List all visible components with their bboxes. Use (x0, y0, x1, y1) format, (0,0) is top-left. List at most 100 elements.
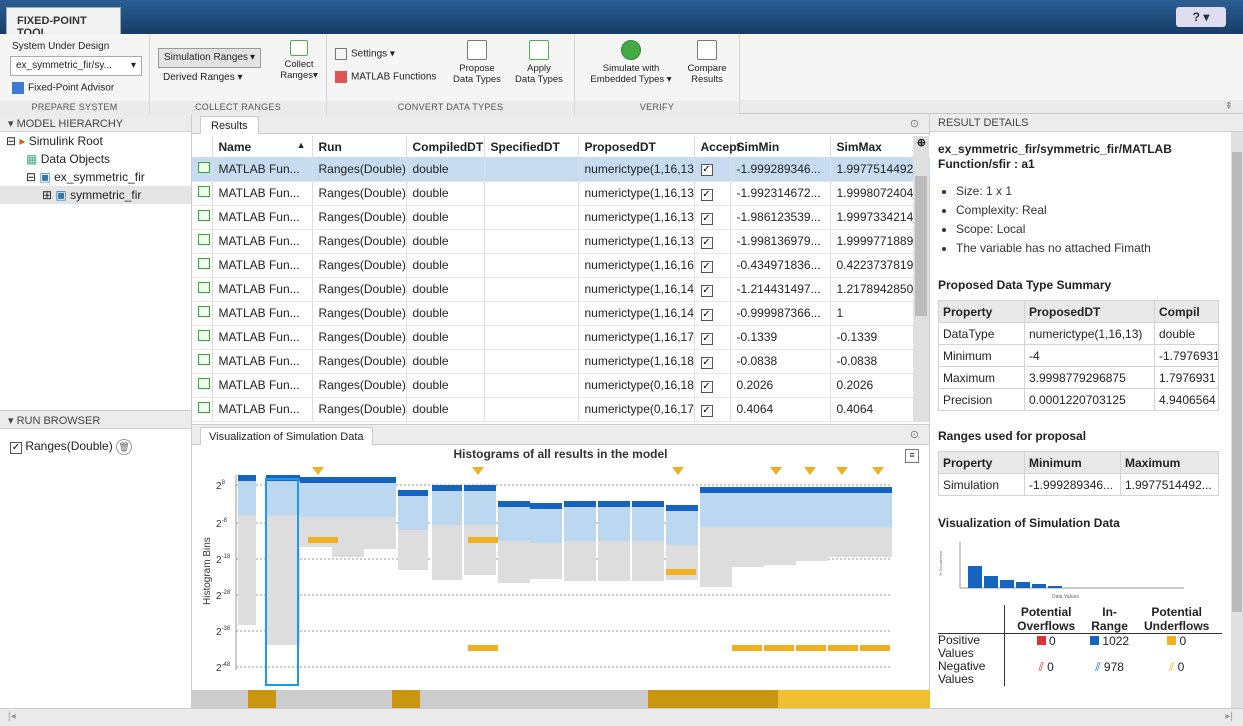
cell-accept[interactable]: ✓ (694, 229, 731, 254)
help-button[interactable]: ? ▾ (1176, 7, 1226, 27)
histogram-chart[interactable]: 28 2-8 2-18 2-28 2-38 2-48 Histogram Bins (192, 445, 930, 693)
cell-name: MATLAB Fun... (212, 157, 313, 182)
cell-name: MATLAB Fun... (212, 349, 313, 374)
collect-ranges-button[interactable]: Collect Ranges▾ (275, 40, 323, 81)
table-row[interactable]: MATLAB Fun... Ranges(Double) double numeric… (192, 325, 931, 350)
derived-ranges-button[interactable]: Derived Ranges ▾ (163, 72, 243, 83)
sim-ranges-button[interactable]: Simulation Ranges (158, 48, 261, 68)
propose-button[interactable]: Propose Data Types (449, 40, 505, 85)
results-scroll-thumb[interactable] (915, 176, 927, 316)
sim-ranges-arrow[interactable]: ▾ (250, 52, 255, 63)
accept-checkbox[interactable]: ✓ (700, 356, 713, 369)
accept-checkbox[interactable]: ✓ (700, 308, 713, 321)
summary-cell: DataType (938, 322, 1025, 345)
col-name-header[interactable]: Name ▲ (212, 136, 313, 157)
cell-accept[interactable]: ✓ (694, 325, 731, 350)
first-page-icon[interactable]: |◂ (8, 711, 16, 722)
cell-accept[interactable]: ✓ (694, 157, 731, 182)
run-item[interactable]: ✓ Ranges(Double) 🗑 (0, 429, 191, 455)
add-column-icon[interactable]: ⊕ (917, 136, 926, 149)
cell-accept[interactable]: ✓ (694, 277, 731, 302)
col-accept-header[interactable]: Accept (694, 136, 741, 157)
tree-item-simulink-root[interactable]: ⊟ ▸ Simulink Root (0, 132, 191, 150)
cell-simmin: -1.992314672... (730, 181, 831, 206)
table-row[interactable]: MATLAB Fun... Ranges(Double) double numeric… (192, 373, 931, 398)
collapse-ribbon-icon[interactable]: ⇞ (1225, 101, 1233, 112)
col-specifieddt-header[interactable]: SpecifiedDT (484, 136, 579, 157)
col-compileddt-header[interactable]: CompiledDT (406, 136, 485, 157)
cell-accept[interactable]: ✓ (694, 181, 731, 206)
tree-item-symmetric-fir[interactable]: ⊞ ▣ symmetric_fir (0, 186, 191, 204)
summary-cell: 4.9406564 (1154, 388, 1219, 411)
table-row[interactable]: MATLAB Fun... Ranges(Double) double numeric… (192, 205, 931, 230)
compare-button[interactable]: Compare Results (679, 40, 735, 85)
apply-button[interactable]: Apply Data Types (511, 40, 567, 85)
tree-item-data-objects[interactable]: ▦ Data Objects (0, 150, 191, 168)
col-run-header[interactable]: Run (312, 136, 407, 157)
viz-tab[interactable]: Visualization of Simulation Data (200, 427, 373, 445)
table-row[interactable]: MATLAB Fun... Ranges(Double) double numeric… (192, 229, 931, 254)
hist-bar-dark (332, 477, 364, 483)
accept-checkbox[interactable]: ✓ (700, 260, 713, 273)
accept-checkbox[interactable]: ✓ (700, 380, 713, 393)
results-pane: Results ⊙ Name ▲ Run CompiledDT Specifie… (192, 114, 931, 424)
cell-accept[interactable]: ✓ (694, 373, 731, 398)
advisor-label: Fixed-Point Advisor (28, 82, 115, 94)
cell-compileddt: double (406, 157, 485, 182)
overflow-marker-icon (804, 467, 816, 475)
simulate-button[interactable]: Simulate with Embedded Types ▾ (585, 40, 677, 85)
details-scrollbar[interactable] (1231, 132, 1243, 708)
overview-strip[interactable] (192, 690, 930, 708)
delete-run-icon[interactable]: 🗑 (116, 439, 133, 455)
last-page-icon[interactable]: ▸| (1225, 711, 1233, 722)
hist-bar-dark (598, 501, 630, 507)
summary-header: Compil (1154, 300, 1219, 323)
ranges-row: Simulation -1.999289346... 1.9977514492... (938, 473, 1219, 496)
results-scrollbar[interactable] (913, 136, 929, 422)
settings-button[interactable]: Settings ▾ (335, 48, 395, 60)
table-row[interactable]: MATLAB Fun... Ranges(Double) double numeric… (192, 349, 931, 374)
tree-item-ex-symmetric-fir[interactable]: ⊟ ▣ ex_symmetric_fir (0, 168, 191, 186)
table-row[interactable]: MATLAB Fun... Ranges(Double) double numeric… (192, 277, 931, 302)
col-simmin-header[interactable]: SimMin (730, 136, 831, 157)
accept-checkbox[interactable]: ✓ (700, 284, 713, 297)
accept-checkbox[interactable]: ✓ (700, 332, 713, 345)
sud-dropdown[interactable]: ex_symmetric_fir/sy... ▾ (10, 56, 142, 76)
cell-simmin: 0.4064 (730, 397, 831, 422)
cell-accept[interactable]: ✓ (694, 397, 731, 422)
hist-bar-dark (464, 485, 496, 491)
cell-specifieddt (484, 229, 579, 254)
cell-simmin: -0.0838 (730, 349, 831, 374)
cell-name: MATLAB Fun... (212, 205, 313, 230)
col-proposeddt-header[interactable]: ProposedDT (578, 136, 695, 157)
run-browser-header: ▾ RUN BROWSER (0, 411, 191, 429)
viz-options-icon[interactable]: ⊙ (910, 428, 919, 441)
table-row[interactable]: MATLAB Fun... Ranges(Double) double numeric… (192, 397, 931, 422)
mini-bar (1048, 586, 1062, 588)
cell-accept[interactable]: ✓ (694, 301, 731, 326)
y-tick-label: 2-48 (216, 662, 231, 674)
table-row[interactable]: MATLAB Fun... Ranges(Double) double numeric… (192, 253, 931, 278)
overflow-marker-icon (472, 467, 484, 475)
table-row[interactable]: MATLAB Fun... Ranges(Double) double numeric… (192, 181, 931, 206)
accept-checkbox[interactable]: ✓ (700, 188, 713, 201)
results-options-icon[interactable]: ⊙ (910, 117, 919, 130)
cell-compileddt: double (406, 181, 485, 206)
matlab-functions-button[interactable]: MATLAB Functions (335, 71, 436, 83)
results-tab[interactable]: Results (200, 116, 259, 134)
accept-checkbox[interactable]: ✓ (700, 212, 713, 225)
app-tab[interactable]: FIXED-POINT TOOL (6, 7, 121, 39)
table-row[interactable]: MATLAB Fun... Ranges(Double) double numeric… (192, 157, 931, 182)
table-row[interactable]: MATLAB Fun... Ranges(Double) double numeric… (192, 301, 931, 326)
cell-accept[interactable]: ✓ (694, 205, 731, 230)
run-checkbox[interactable]: ✓ (10, 442, 22, 454)
accept-checkbox[interactable]: ✓ (700, 404, 713, 417)
accept-checkbox[interactable]: ✓ (700, 236, 713, 249)
details-scroll-thumb[interactable] (1232, 152, 1242, 612)
advisor-button[interactable]: Fixed-Point Advisor (12, 82, 114, 94)
accept-checkbox[interactable]: ✓ (700, 164, 713, 177)
cell-run: Ranges(Double) (312, 349, 407, 374)
cell-accept[interactable]: ✓ (694, 253, 731, 278)
cell-accept[interactable]: ✓ (694, 349, 731, 374)
hist-bar-dark (498, 501, 530, 507)
